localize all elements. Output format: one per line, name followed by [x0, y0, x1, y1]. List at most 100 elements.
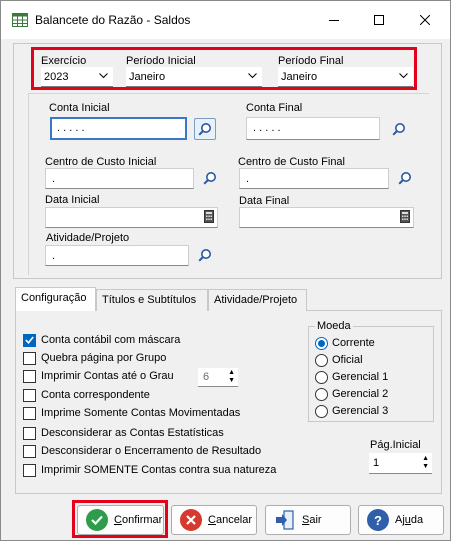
option-quebra-pagina[interactable]: Quebra página por Grupo [23, 350, 166, 366]
chevron-down-icon [99, 73, 108, 79]
stepper-arrows-icon[interactable]: ▲ ▼ [228, 369, 235, 385]
checkbox-checked[interactable] [23, 333, 36, 347]
periodo-inicial-value: Janeiro [129, 71, 166, 83]
window-title: Balancete do Razão - Saldos [35, 13, 191, 27]
maximize-button[interactable] [356, 1, 402, 39]
radio[interactable] [315, 370, 328, 384]
moeda-title: Moeda [315, 320, 353, 332]
tab-configuracao[interactable]: Configuração [15, 287, 96, 311]
atividade-search-button[interactable] [194, 244, 216, 266]
calculator-icon[interactable] [204, 210, 214, 223]
stepper-arrows-icon[interactable]: ▲ ▼ [422, 455, 429, 471]
radio[interactable] [315, 353, 328, 367]
cancel-circle-icon [180, 509, 202, 531]
option-label: Desconsiderar o Encerramento de Resultad… [41, 445, 262, 457]
conta-final-search-button[interactable] [388, 118, 410, 140]
close-icon [420, 15, 430, 25]
maximize-icon [374, 15, 384, 25]
periodo-final-select[interactable]: Janeiro [278, 67, 413, 87]
radio-label: Gerencial 3 [332, 405, 389, 417]
moeda-option-gerencial-1[interactable]: Gerencial 1 [315, 369, 388, 385]
radio-label: Gerencial 1 [332, 371, 389, 383]
search-icon [392, 123, 405, 136]
cc-final-input[interactable]: . [239, 168, 389, 189]
periodo-final-value: Janeiro [281, 71, 318, 83]
option-label: Imprimir SOMENTE Contas contra sua natur… [41, 464, 277, 476]
close-button[interactable] [402, 1, 448, 39]
exercicio-select[interactable]: 2023 [41, 67, 113, 87]
search-icon [203, 172, 216, 185]
minimize-icon [329, 20, 339, 21]
checkbox[interactable] [23, 444, 36, 458]
exercicio-label: Exercício [41, 55, 87, 67]
title-bar: Balancete do Razão - Saldos [1, 1, 450, 39]
chevron-down-icon [248, 73, 257, 79]
grau-stepper[interactable]: 6 ▲ ▼ [198, 368, 238, 387]
data-inicial-label: Data Inicial [45, 194, 100, 206]
report-window: Balancete do Razão - Saldos Exercício 20… [0, 0, 451, 541]
option-encerramento-resultado[interactable]: Desconsiderar o Encerramento de Resultad… [23, 443, 261, 459]
radio-selected[interactable] [315, 336, 328, 350]
option-contas-estatisticas[interactable]: Desconsiderar as Contas Estatísticas [23, 425, 224, 441]
radio-label: Corrente [332, 337, 375, 349]
periodo-final-label: Período Final [278, 55, 344, 67]
option-imprimir-grau[interactable]: Imprimir Contas até o Grau [23, 368, 174, 384]
checkbox[interactable] [23, 388, 36, 402]
cc-inicial-label: Centro de Custo Inicial [45, 156, 157, 168]
cancel-button[interactable]: Cancelar [171, 505, 257, 535]
moeda-option-gerencial-3[interactable]: Gerencial 3 [315, 403, 388, 419]
option-conta-correspondente[interactable]: Conta correspondente [23, 387, 150, 403]
help-label: Ajuda [395, 514, 424, 526]
exit-button[interactable]: Sair [265, 505, 351, 535]
checkbox[interactable] [23, 426, 36, 440]
moeda-option-oficial[interactable]: Oficial [315, 352, 363, 368]
exit-label: Sair [302, 514, 322, 526]
pagina-inicial-label: Pág.Inicial [370, 439, 421, 451]
data-inicial-input[interactable] [45, 207, 218, 228]
moeda-option-corrente[interactable]: Corrente [315, 335, 375, 351]
option-label: Desconsiderar as Contas Estatísticas [41, 427, 224, 439]
exercicio-value: 2023 [44, 71, 69, 83]
cc-inicial-search-button[interactable] [199, 167, 221, 189]
cc-final-label: Centro de Custo Final [238, 156, 345, 168]
checkbox[interactable] [23, 406, 36, 420]
data-final-input[interactable] [239, 207, 414, 228]
help-button[interactable]: ? Ajuda [358, 505, 444, 535]
atividade-input[interactable]: . [45, 245, 189, 266]
minimize-button[interactable] [311, 1, 357, 39]
calculator-icon[interactable] [400, 210, 410, 223]
confirm-highlight-frame [72, 500, 168, 538]
conta-inicial-input[interactable]: . . . . . [50, 117, 187, 140]
option-label: Conta correspondente [41, 389, 150, 401]
conta-final-input[interactable]: . . . . . [246, 117, 380, 140]
grau-value: 6 [203, 371, 210, 383]
periodo-inicial-select[interactable]: Janeiro [126, 67, 262, 87]
radio[interactable] [315, 404, 328, 418]
chevron-down-icon [399, 73, 408, 79]
cancel-label: Cancelar [208, 514, 253, 526]
radio[interactable] [315, 387, 328, 401]
option-label: Quebra página por Grupo [41, 352, 167, 364]
option-contas-movimentadas[interactable]: Imprime Somente Contas Movimentadas [23, 405, 240, 421]
conta-inicial-search-button[interactable] [194, 118, 216, 140]
checkbox[interactable] [23, 463, 36, 477]
option-label: Conta contábil com máscara [41, 334, 181, 346]
search-icon [398, 172, 411, 185]
option-label: Imprimir Contas até o Grau [41, 370, 174, 382]
pagina-inicial-stepper[interactable]: 1 ▲ ▼ [369, 453, 432, 474]
atividade-label: Atividade/Projeto [46, 232, 130, 244]
tab-atividade-projeto[interactable]: Atividade/Projeto [208, 289, 307, 311]
cc-inicial-input[interactable]: . [45, 168, 194, 189]
tab-titulos-subtitulos[interactable]: Títulos e Subtítulos [96, 289, 208, 311]
search-icon [198, 249, 211, 262]
moeda-option-gerencial-2[interactable]: Gerencial 2 [315, 386, 388, 402]
help-circle-icon: ? [367, 509, 389, 531]
checkbox[interactable] [23, 369, 36, 383]
exit-door-icon [274, 509, 296, 531]
spreadsheet-icon [12, 13, 28, 27]
option-contra-natureza[interactable]: Imprimir SOMENTE Contas contra sua natur… [23, 462, 276, 478]
cc-final-search-button[interactable] [394, 167, 416, 189]
checkbox[interactable] [23, 351, 36, 365]
option-conta-mascara[interactable]: Conta contábil com máscara [23, 332, 180, 348]
checkmark-icon [25, 336, 34, 344]
